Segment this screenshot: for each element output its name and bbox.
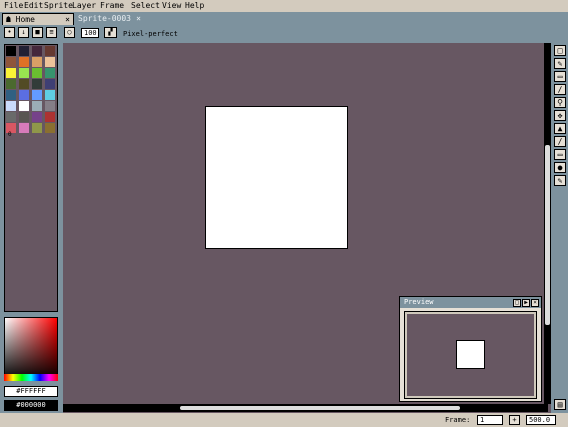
- palette-swatch[interactable]: [45, 79, 55, 89]
- palette-swatch[interactable]: [32, 123, 42, 133]
- close-icon[interactable]: ×: [65, 14, 70, 25]
- menu-select[interactable]: Select: [131, 1, 160, 11]
- tab-sprite[interactable]: Sprite-0003 ×: [74, 13, 144, 24]
- frame-input[interactable]: 1: [477, 415, 503, 425]
- palette-swatch[interactable]: [6, 90, 16, 100]
- palette-swatch[interactable]: [32, 101, 42, 111]
- palette-swatch[interactable]: [19, 68, 29, 78]
- palette-swatch[interactable]: [32, 68, 42, 78]
- zoom-icon[interactable]: ⚲: [554, 97, 566, 108]
- palette-swatch[interactable]: [19, 90, 29, 100]
- paint-bucket-icon[interactable]: ▲: [554, 123, 566, 134]
- brush-shape-icon[interactable]: ■: [32, 27, 43, 38]
- status-bar: Frame: 1 + 500.0: [0, 413, 568, 427]
- menu-layer[interactable]: Layer: [72, 1, 96, 11]
- menu-frame[interactable]: Frame: [100, 1, 124, 11]
- preview-options-icon[interactable]: □: [513, 299, 521, 307]
- timeline-icon[interactable]: ▤: [554, 399, 566, 410]
- palette-swatch[interactable]: [45, 112, 55, 122]
- eraser-icon[interactable]: ▭: [554, 71, 566, 82]
- eyedropper-icon[interactable]: ∕: [554, 84, 566, 95]
- color-palette: [4, 44, 58, 312]
- palette-swatch[interactable]: [45, 101, 55, 111]
- ink-type-icon[interactable]: ≡: [46, 27, 57, 38]
- hue-slider[interactable]: [4, 374, 58, 381]
- tab-bar: ☗ Home × Sprite-0003 ×: [0, 12, 568, 25]
- blur-tool-icon[interactable]: ✎: [554, 175, 566, 186]
- zoom-input[interactable]: 500.0: [526, 415, 556, 425]
- palette-swatch[interactable]: [6, 46, 16, 56]
- pencil-icon[interactable]: ✎: [554, 58, 566, 69]
- tab-home[interactable]: ☗ Home ×: [2, 13, 74, 25]
- palette-swatch[interactable]: [19, 79, 29, 89]
- palette-swatch[interactable]: [19, 57, 29, 67]
- color-picker[interactable]: [4, 317, 58, 381]
- palette-swatch[interactable]: [6, 79, 16, 89]
- palette-swatch[interactable]: [45, 90, 55, 100]
- palette-swatch[interactable]: [19, 101, 29, 111]
- opacity-icon[interactable]: ○: [64, 27, 75, 38]
- move-icon[interactable]: ✥: [554, 110, 566, 121]
- ellipse-tool-icon[interactable]: ●: [554, 162, 566, 173]
- close-icon[interactable]: ×: [136, 13, 141, 24]
- palette-swatch[interactable]: [45, 57, 55, 67]
- palette-swatch[interactable]: [6, 57, 16, 67]
- palette-index-marker: 0: [8, 131, 12, 138]
- palette-swatch[interactable]: [32, 79, 42, 89]
- palette-swatch[interactable]: [6, 101, 16, 111]
- frame-label: Frame:: [445, 416, 471, 424]
- palette-swatch[interactable]: [6, 68, 16, 78]
- preview-sprite: [456, 340, 485, 369]
- palette-swatch[interactable]: [32, 112, 42, 122]
- menu-sprite[interactable]: Sprite: [44, 1, 73, 11]
- line-tool-icon[interactable]: ∕: [554, 136, 566, 147]
- add-frame-button[interactable]: +: [509, 415, 520, 425]
- close-icon[interactable]: ×: [531, 299, 539, 307]
- menu-bar: File Edit Sprite Layer Frame Select View…: [0, 0, 568, 12]
- menu-help[interactable]: Help: [185, 1, 204, 11]
- palette-swatch[interactable]: [45, 46, 55, 56]
- brush-size-icon[interactable]: ↓: [18, 27, 29, 38]
- opacity-input[interactable]: 100: [81, 28, 99, 38]
- palette-swatch[interactable]: [45, 68, 55, 78]
- palette-swatch[interactable]: [19, 123, 29, 133]
- palette-swatch[interactable]: [19, 112, 29, 122]
- rectangle-tool-icon[interactable]: ▭: [554, 149, 566, 160]
- menu-view[interactable]: View: [162, 1, 181, 11]
- preview-title: Preview: [404, 298, 434, 306]
- palette-swatch[interactable]: [32, 57, 42, 67]
- palette-swatch[interactable]: [19, 46, 29, 56]
- pixel-perfect-label[interactable]: Pixel-perfect: [123, 30, 178, 38]
- preview-play-icon[interactable]: ▶: [522, 299, 530, 307]
- pixel-perfect-icon[interactable]: ▞: [104, 27, 117, 38]
- context-toolbar: • ↓ ■ ≡ ○ 100 ▞ Pixel-perfect: [0, 25, 568, 43]
- background-color[interactable]: #000000: [4, 400, 58, 411]
- brush-type-icon[interactable]: •: [4, 27, 15, 38]
- palette-swatch[interactable]: [6, 112, 16, 122]
- tab-sprite-label: Sprite-0003: [78, 14, 131, 23]
- sprite-canvas[interactable]: [205, 106, 348, 249]
- palette-swatch[interactable]: [32, 90, 42, 100]
- vertical-scroll-thumb[interactable]: [545, 145, 550, 325]
- palette-swatch[interactable]: [45, 123, 55, 133]
- horizontal-scroll-thumb[interactable]: [180, 406, 460, 410]
- selection-tool-icon[interactable]: □: [554, 45, 566, 56]
- tab-home-label: Home: [15, 15, 35, 24]
- palette-swatch[interactable]: [32, 46, 42, 56]
- foreground-color[interactable]: #FFFFFF: [4, 386, 58, 397]
- menu-edit[interactable]: Edit: [24, 1, 43, 11]
- home-icon: ☗: [6, 15, 11, 24]
- menu-file[interactable]: File: [4, 1, 23, 11]
